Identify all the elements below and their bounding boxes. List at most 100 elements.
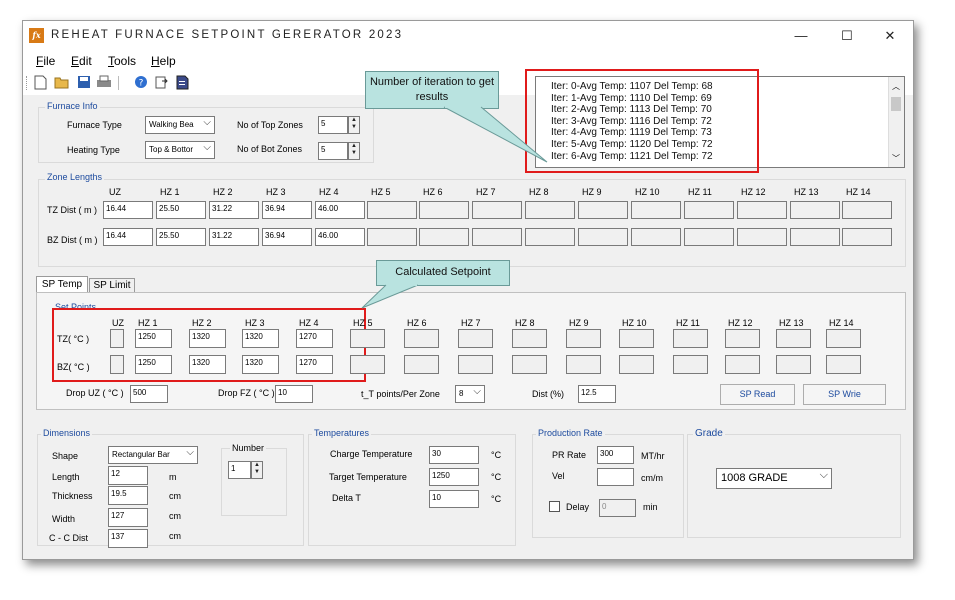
delay-input[interactable]: 0 [599,499,636,517]
scroll-up-icon[interactable]: ︿ [892,81,900,92]
charge-temp-input[interactable]: 30 [429,446,479,464]
tz-dist-input[interactable]: 25.50 [156,201,206,219]
tz-dist-input[interactable] [684,201,734,219]
sp-write-button[interactable]: SP Wrie [803,384,886,405]
bz-dist-input[interactable] [684,228,734,246]
menu-edit[interactable]: Edit [71,54,92,68]
delta-t-input[interactable]: 10 [429,490,479,508]
cc-dist-input[interactable]: 137 [108,529,148,548]
bz-setpoint-input[interactable] [110,355,124,374]
tz-dist-input[interactable]: 36.94 [262,201,312,219]
bz-setpoint-input[interactable] [673,355,708,374]
bz-setpoint-input[interactable] [512,355,547,374]
grade-select[interactable]: 1008 GRADE ⌵ [716,468,832,489]
bz-setpoint-input[interactable] [404,355,439,374]
close-button[interactable]: ✕ [876,25,904,47]
bz-dist-input[interactable]: 46.00 [315,228,365,246]
bz-dist-input[interactable]: 25.50 [156,228,206,246]
log-scrollbar[interactable]: ︿ ﹀ [888,77,904,167]
bz-setpoint-input[interactable]: 1320 [242,355,279,374]
pr-rate-input[interactable]: 300 [597,446,634,464]
furnace-type-select[interactable]: Walking Bea ⌵ [145,116,215,134]
bz-setpoint-input[interactable] [350,355,385,374]
tab-sp-temp[interactable]: SP Temp [36,276,88,293]
bz-dist-input[interactable]: 16.44 [103,228,153,246]
bz-dist-input[interactable]: 31.22 [209,228,259,246]
tz-setpoint-input[interactable] [826,329,861,348]
tz-dist-input[interactable]: 16.44 [103,201,153,219]
bz-setpoint-input[interactable]: 1250 [135,355,172,374]
tz-setpoint-input[interactable] [458,329,493,348]
bz-setpoint-input[interactable] [776,355,811,374]
tz-setpoint-input[interactable] [776,329,811,348]
drop-fz-input[interactable]: 10 [275,385,313,403]
bz-dist-input[interactable] [367,228,417,246]
tz-setpoint-input[interactable]: 1270 [296,329,333,348]
bot-zones-input[interactable]: 5 [318,142,348,160]
menu-help[interactable]: Help [151,54,176,68]
minimize-button[interactable]: — [787,25,815,47]
bz-setpoint-input[interactable] [826,355,861,374]
shape-select[interactable]: Rectangular Bar ⌵ [108,446,198,464]
tz-setpoint-input[interactable] [404,329,439,348]
export-icon[interactable] [153,75,168,90]
width-input[interactable]: 127 [108,508,148,527]
bot-zones-spinner[interactable]: ▲ ▼ [348,142,360,160]
help-icon[interactable]: ? [133,75,148,90]
tz-setpoint-input[interactable] [350,329,385,348]
tz-dist-input[interactable] [367,201,417,219]
tz-dist-input[interactable]: 46.00 [315,201,365,219]
tz-setpoint-input[interactable]: 1250 [135,329,172,348]
tz-dist-input[interactable] [472,201,522,219]
open-folder-icon[interactable] [54,75,69,90]
scrollbar-thumb[interactable] [891,97,901,111]
menu-file[interactable]: File [36,54,55,68]
length-input[interactable]: 12 [108,466,148,485]
tz-dist-input[interactable] [842,201,892,219]
bz-dist-input[interactable] [472,228,522,246]
scroll-down-icon[interactable]: ﹀ [892,153,900,164]
print-icon[interactable] [96,75,111,90]
bz-setpoint-input[interactable] [458,355,493,374]
bz-dist-input[interactable]: 36.94 [262,228,312,246]
tz-dist-input[interactable]: 31.22 [209,201,259,219]
tz-dist-input[interactable] [631,201,681,219]
tz-setpoint-input[interactable] [725,329,760,348]
save-icon[interactable] [76,75,91,90]
bz-dist-input[interactable] [419,228,469,246]
t-points-select[interactable]: 8 ⌵ [455,385,485,403]
heating-type-select[interactable]: Top & Bottor ⌵ [145,141,215,159]
document-icon[interactable] [175,75,190,90]
delay-checkbox[interactable] [549,501,560,512]
new-file-icon[interactable] [33,75,48,90]
tz-setpoint-input[interactable] [512,329,547,348]
bz-dist-input[interactable] [578,228,628,246]
tz-setpoint-input[interactable]: 1320 [242,329,279,348]
top-zones-spinner[interactable]: ▲ ▼ [348,116,360,134]
tz-setpoint-input[interactable] [566,329,601,348]
bz-setpoint-input[interactable]: 1270 [296,355,333,374]
bz-dist-input[interactable] [525,228,575,246]
maximize-button[interactable]: ☐ [833,25,861,47]
thickness-input[interactable]: 19.5 [108,486,148,505]
tz-setpoint-input[interactable] [673,329,708,348]
tz-dist-input[interactable] [525,201,575,219]
bz-setpoint-input[interactable] [725,355,760,374]
bz-dist-input[interactable] [842,228,892,246]
tz-dist-input[interactable] [419,201,469,219]
dist-input[interactable]: 12.5 [578,385,616,403]
number-spinner[interactable]: ▲ ▼ [251,461,263,479]
tz-setpoint-input[interactable]: 1320 [189,329,226,348]
target-temp-input[interactable]: 1250 [429,468,479,486]
bz-setpoint-input[interactable] [566,355,601,374]
menu-tools[interactable]: Tools [108,54,136,68]
tz-setpoint-input[interactable] [110,329,124,348]
top-zones-input[interactable]: 5 [318,116,348,134]
sp-read-button[interactable]: SP Read [720,384,795,405]
tz-dist-input[interactable] [737,201,787,219]
bz-dist-input[interactable] [737,228,787,246]
tz-dist-input[interactable] [578,201,628,219]
bz-setpoint-input[interactable]: 1320 [189,355,226,374]
bz-dist-input[interactable] [631,228,681,246]
tz-setpoint-input[interactable] [619,329,654,348]
